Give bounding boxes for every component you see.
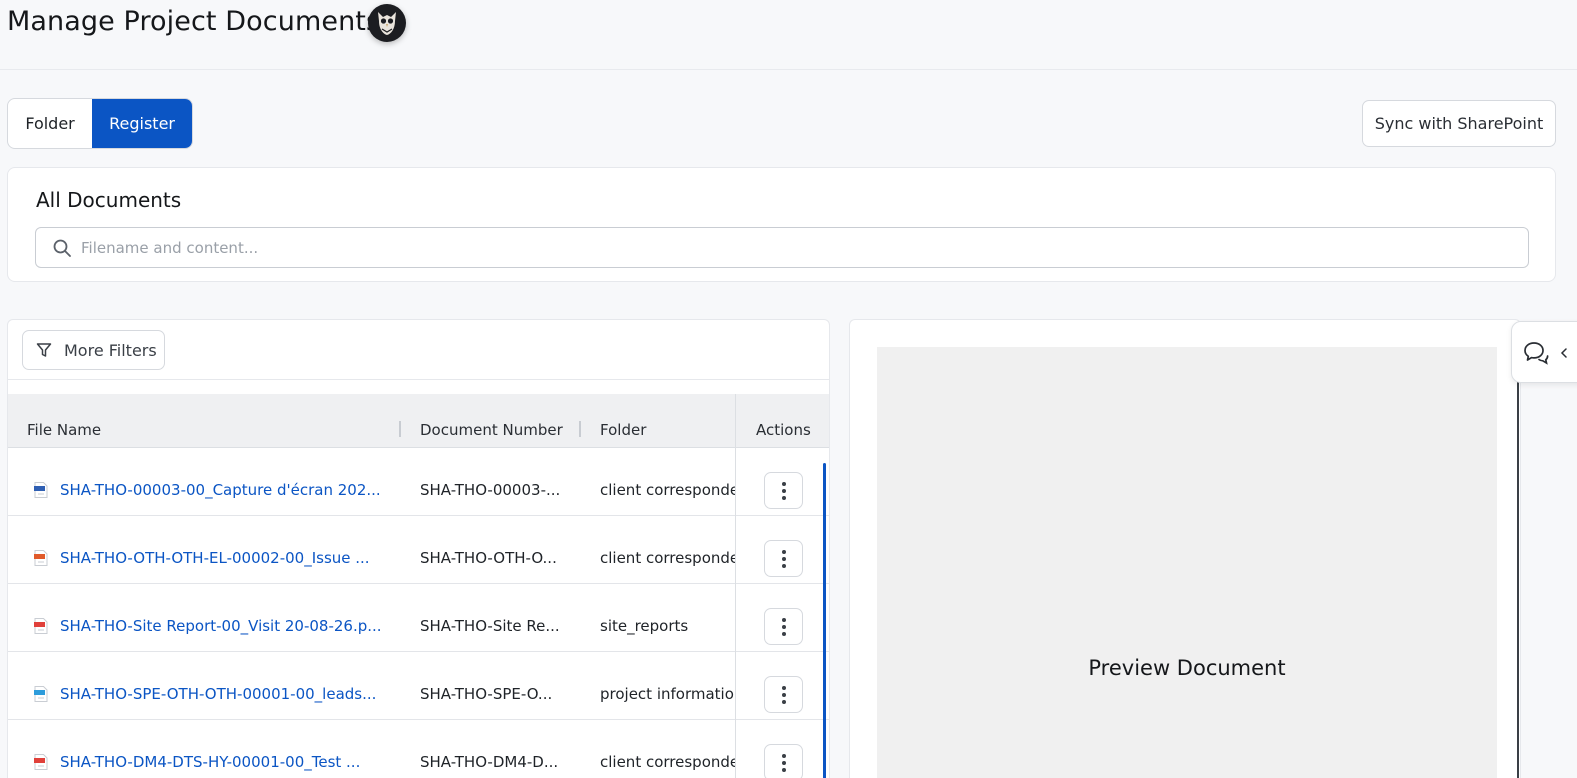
col-file-name[interactable]: File Name [27, 421, 101, 439]
filter-icon [36, 343, 52, 357]
more-filters-button[interactable]: More Filters [22, 330, 165, 370]
register-view-button[interactable]: Register [92, 99, 192, 148]
actions-divider [735, 394, 736, 778]
scrollbar[interactable] [823, 463, 826, 778]
folder-cell: client corresponde... [600, 481, 735, 499]
folder-cell: site_reports [600, 617, 689, 635]
table-row[interactable]: SHA-THO-SPE-OTH-OTH-00001-00_leads... SHA… [8, 652, 829, 720]
row-actions-button[interactable] [764, 540, 803, 577]
chevron-left-icon [1560, 348, 1567, 358]
folder-view-button[interactable]: Folder [8, 99, 92, 148]
pdf-file-icon [34, 754, 48, 770]
more-vertical-icon [781, 753, 786, 772]
more-vertical-icon [781, 685, 786, 704]
row-actions-button[interactable] [764, 608, 803, 645]
preview-edge [1517, 378, 1519, 778]
file-name-link[interactable]: SHA-THO-OTH-OTH-EL-00002-00_Issue ... [60, 549, 370, 567]
col-actions: Actions [756, 421, 811, 439]
col-document-number[interactable]: Document Number [420, 421, 563, 439]
preview-document-label: Preview Document [1088, 656, 1286, 680]
folder-cell: client corresponde... [600, 549, 735, 567]
column-resize-handle[interactable] [579, 421, 581, 437]
file-name-link[interactable]: SHA-THO-SPE-OTH-OTH-00001-00_leads... [60, 685, 376, 703]
csv-file-icon [34, 686, 48, 702]
more-vertical-icon [781, 617, 786, 636]
all-documents-title: All Documents [36, 188, 182, 212]
more-vertical-icon [781, 481, 786, 500]
png-file-icon [34, 482, 48, 498]
search-icon [53, 239, 71, 257]
table-row[interactable]: SHA-THO-00003-00_Capture d'écran 202... S… [8, 448, 829, 516]
more-filters-label: More Filters [64, 340, 157, 360]
preview-area: Preview Document [877, 347, 1497, 778]
more-vertical-icon [781, 549, 786, 568]
search-input[interactable] [81, 238, 1528, 257]
preview-panel: Preview Document [849, 319, 1521, 778]
zip-file-icon [34, 550, 48, 566]
document-number-cell: SHA-THO-00003-... [420, 481, 561, 499]
column-resize-handle[interactable] [399, 421, 401, 437]
document-list-panel: More Filters File Name Document Number F… [7, 319, 830, 778]
table-row[interactable]: SHA-THO-Site Report-00_Visit 20-08-26.p.… [8, 584, 829, 652]
document-number-cell: SHA-THO-DM4-D... [420, 753, 559, 771]
document-number-cell: SHA-THO-SPE-O... [420, 685, 553, 703]
table-row[interactable]: SHA-THO-OTH-OTH-EL-00002-00_Issue ... SHA… [8, 516, 829, 584]
col-folder[interactable]: Folder [600, 421, 646, 439]
file-name-link[interactable]: SHA-THO-Site Report-00_Visit 20-08-26.p.… [60, 617, 382, 635]
view-toggle: Folder Register [7, 98, 193, 149]
chat-panel-tab[interactable] [1511, 321, 1577, 383]
document-number-cell: SHA-THO-Site Re... [420, 617, 560, 635]
table-header: File Name Document Number Folder Actions [8, 394, 829, 448]
sync-sharepoint-button[interactable]: Sync with SharePoint [1362, 100, 1556, 147]
row-actions-button[interactable] [764, 676, 803, 713]
table-row[interactable]: SHA-THO-DM4-DTS-HY-00001-00_Test ... SHA-… [8, 720, 829, 778]
folder-cell: client corresponde... [600, 753, 735, 771]
search-box[interactable] [35, 227, 1529, 268]
search-card: All Documents [7, 167, 1556, 282]
document-number-cell: SHA-THO-OTH-O... [420, 549, 557, 567]
filter-bar: More Filters [8, 320, 829, 380]
chat-icon [1524, 342, 1549, 365]
row-actions-button[interactable] [764, 472, 803, 509]
page-header: Manage Project Documents [0, 0, 1577, 70]
file-name-link[interactable]: SHA-THO-DM4-DTS-HY-00001-00_Test ... [60, 753, 360, 771]
folder-cell: project information [600, 685, 735, 703]
row-actions-button[interactable] [764, 744, 803, 778]
page-title: Manage Project Documents [7, 6, 381, 37]
owl-mascot-icon[interactable] [368, 4, 406, 42]
pdf-file-icon [34, 618, 48, 634]
file-name-link[interactable]: SHA-THO-00003-00_Capture d'écran 202... [60, 481, 381, 499]
